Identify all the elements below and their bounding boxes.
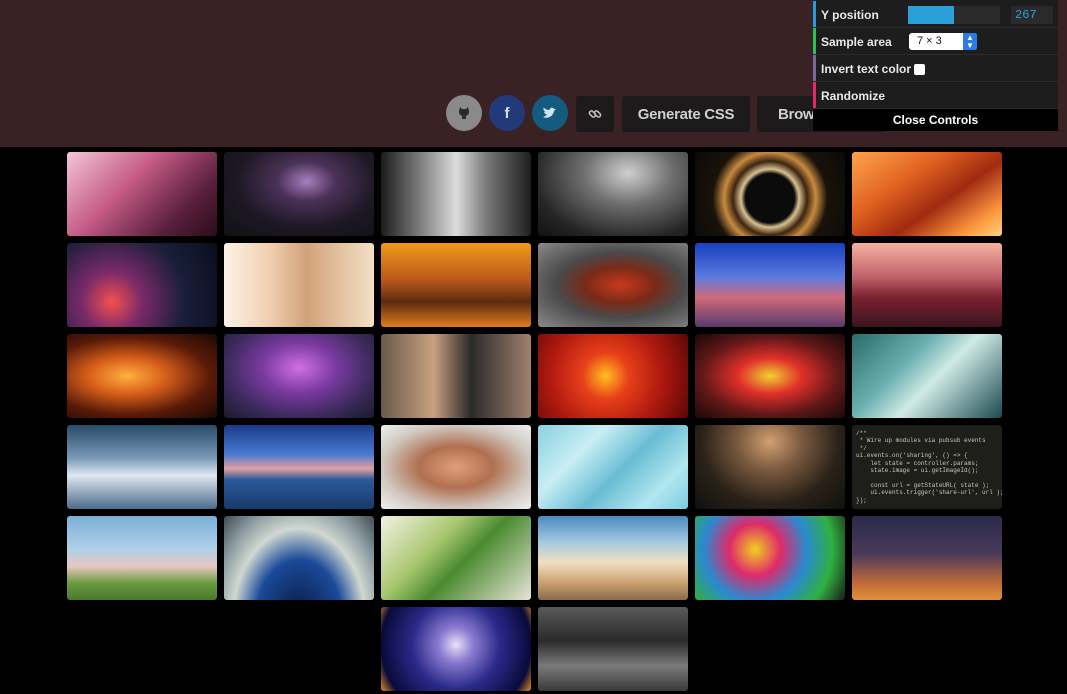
accent-bar	[813, 1, 816, 27]
control-sample-area: Sample area 7 × 3 ▲ ▼	[813, 28, 1058, 55]
accent-bar	[813, 55, 816, 81]
gallery-image-pool-party[interactable]	[381, 334, 531, 418]
generate-css-button[interactable]: Generate CSS	[622, 96, 750, 132]
gallery-image-skyscrapers-bw[interactable]	[381, 152, 531, 236]
gallery-image-pier-sunset[interactable]	[224, 425, 374, 509]
gallery-image-autumn-trees[interactable]	[381, 243, 531, 327]
gallery-image-light-trails-circle[interactable]	[695, 152, 845, 236]
control-y-position: Y position 267	[813, 1, 1058, 28]
controls-panel: Y position 267 Sample area 7 × 3 ▲ ▼ Inve…	[813, 0, 1058, 131]
link-icon	[588, 110, 602, 118]
gallery-image-silhouette-trees-sky[interactable]	[695, 425, 845, 509]
github-button[interactable]	[446, 95, 482, 131]
sample-area-value: 7 × 3	[917, 35, 942, 47]
gallery-image-neon-light-painting[interactable]	[695, 334, 845, 418]
gallery-image-earth-from-space[interactable]	[224, 516, 374, 600]
gallery-image-potted-plant[interactable]	[381, 516, 531, 600]
accent-bar	[813, 82, 816, 108]
twitter-icon	[543, 107, 556, 118]
gallery-image-volcano-mountains[interactable]	[852, 243, 1002, 327]
gallery-image-fireworks[interactable]	[381, 607, 531, 691]
gallery-image-woman-sunglasses[interactable]	[381, 425, 531, 509]
gallery-image-light-streaks-orange[interactable]	[67, 334, 217, 418]
select-arrows-icon: ▲ ▼	[963, 33, 977, 50]
y-position-slider-fill	[908, 6, 954, 24]
gallery-image-red-dahlias[interactable]	[538, 334, 688, 418]
control-invert-text-color: Invert text color	[813, 55, 1058, 82]
gallery-image-crowd-bw[interactable]	[538, 607, 688, 691]
invert-text-color-label: Invert text color	[821, 62, 912, 76]
twitter-button[interactable]	[532, 95, 568, 131]
sample-area-label: Sample area	[821, 35, 892, 49]
gallery-image-concert-crowd-pink[interactable]	[67, 152, 217, 236]
gallery-image-concert-crowd-bw[interactable]	[538, 152, 688, 236]
facebook-icon: f	[504, 104, 510, 122]
y-position-slider[interactable]	[908, 6, 1000, 24]
facebook-button[interactable]: f	[489, 95, 525, 131]
gallery-image-lone-tree-field[interactable]	[67, 516, 217, 600]
gallery-image-bokeh-city-lights[interactable]	[67, 243, 217, 327]
gallery-image-dramatic-clouds[interactable]	[67, 425, 217, 509]
invert-text-color-checkbox[interactable]	[914, 64, 925, 75]
gallery-image-red-sports-car[interactable]	[538, 243, 688, 327]
code-text: /** * Wire up modules via pubsub events …	[856, 430, 1002, 504]
gallery-image-lightning-storm[interactable]	[224, 152, 374, 236]
gallery-image-rainbow-roses[interactable]	[695, 516, 845, 600]
randomize-label: Randomize	[821, 89, 886, 103]
sample-area-select[interactable]: 7 × 3 ▲ ▼	[909, 33, 977, 50]
y-position-label: Y position	[821, 8, 879, 22]
gallery-image-pool-water[interactable]	[538, 425, 688, 509]
y-position-value[interactable]: 267	[1011, 6, 1053, 24]
gallery-image-antelope-canyon[interactable]	[852, 152, 1002, 236]
accent-bar	[813, 28, 816, 54]
gallery-image-code-snippet[interactable]: /** * Wire up modules via pubsub events …	[852, 425, 1002, 509]
gallery-image-colorful-building-sunset[interactable]	[695, 243, 845, 327]
github-icon	[458, 107, 470, 119]
gallery-image-above-clouds[interactable]	[538, 516, 688, 600]
control-randomize[interactable]: Randomize	[813, 82, 1058, 109]
gallery-image-dusk-sky[interactable]	[852, 516, 1002, 600]
gallery-image-girls-whispering[interactable]	[224, 243, 374, 327]
link-button[interactable]	[576, 96, 614, 132]
gallery-image-supertree-grove[interactable]	[224, 334, 374, 418]
close-controls-button[interactable]: Close Controls	[813, 109, 1058, 131]
gallery-image-ocean-wave[interactable]	[852, 334, 1002, 418]
